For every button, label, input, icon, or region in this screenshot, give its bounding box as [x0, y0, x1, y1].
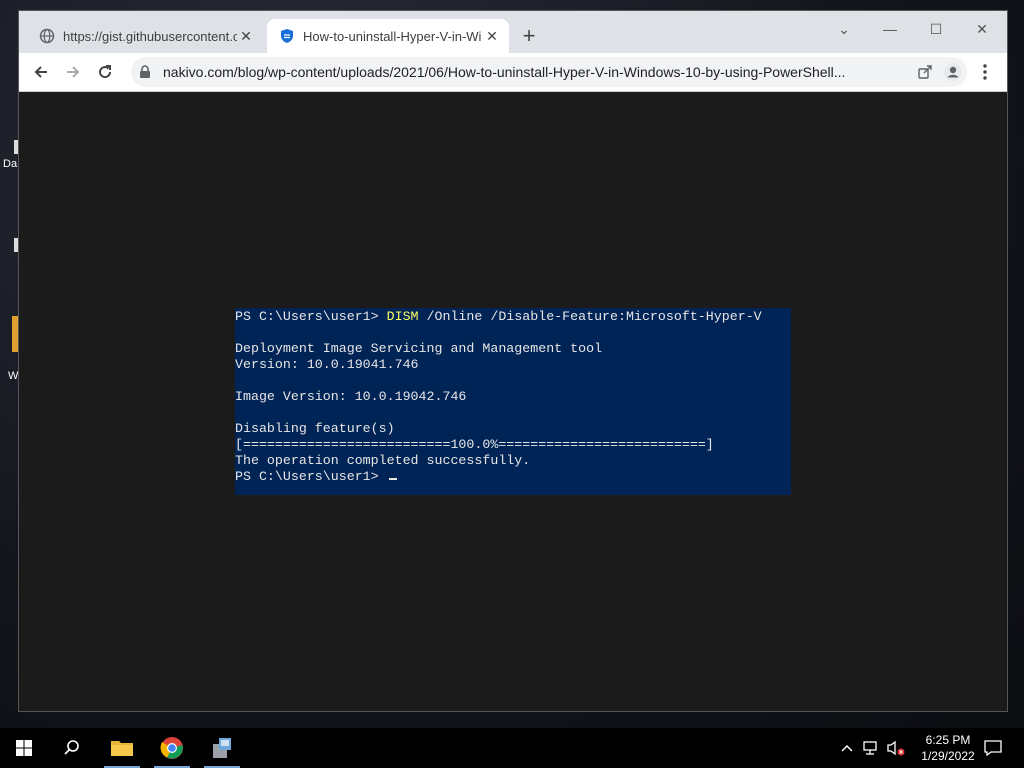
search-icon — [64, 740, 79, 755]
arrow-left-icon — [34, 66, 47, 78]
installer-icon — [213, 738, 231, 758]
console-line: [==========================100.0%=======… — [235, 437, 714, 452]
browser-window: https://gist.githubusercontent.com ✕ How… — [18, 10, 1008, 712]
volume-tray-button[interactable] — [884, 728, 908, 768]
console-prompt: PS C:\Users\user1> — [235, 309, 387, 324]
console-prompt: PS C:\Users\user1> — [235, 469, 387, 484]
clock-date: 1/29/2022 — [921, 749, 975, 763]
volume-muted-icon — [887, 740, 905, 756]
desktop-icon[interactable] — [0, 238, 20, 252]
menu-button[interactable] — [971, 58, 999, 86]
console-cursor — [388, 478, 397, 480]
minimize-button[interactable]: — — [867, 15, 913, 43]
console-line: PS C:\Users\user1> — [235, 469, 791, 485]
console-line: PS C:\Users\user1> DISM /Online /Disable… — [235, 309, 791, 325]
reload-icon — [99, 65, 112, 79]
url-text[interactable]: nakivo.com/blog/wp-content/uploads/2021/… — [163, 64, 911, 80]
profile-button[interactable] — [939, 58, 967, 86]
console-line: Version: 10.0.19041.746 — [235, 357, 419, 372]
network-icon — [863, 741, 877, 755]
chrome-icon — [160, 737, 183, 759]
browser-toolbar: nakivo.com/blog/wp-content/uploads/2021/… — [19, 53, 1007, 92]
tab-title: https://gist.githubusercontent.com — [63, 28, 237, 44]
start-button[interactable] — [0, 728, 48, 768]
console-line: Image Version: 10.0.19042.746 — [235, 389, 467, 404]
action-center-button[interactable] — [978, 728, 1008, 768]
desktop-icon-label: Da — [3, 158, 18, 170]
back-button[interactable] — [27, 58, 55, 86]
chrome-button[interactable] — [148, 728, 196, 768]
notification-icon — [984, 740, 1002, 756]
tab-gist[interactable]: https://gist.githubusercontent.com ✕ — [27, 19, 263, 53]
new-tab-button[interactable]: + — [517, 25, 541, 49]
clock[interactable]: 6:25 PM 1/29/2022 — [918, 732, 978, 764]
tab-close-button[interactable]: ✕ — [237, 28, 255, 45]
globe-icon — [39, 28, 55, 44]
page-viewport: PS C:\Users\user1> DISM /Online /Disable… — [19, 92, 1007, 711]
tab-strip: https://gist.githubusercontent.com ✕ How… — [19, 11, 1007, 53]
tab-title: How-to-uninstall-Hyper-V-in-Wi — [303, 28, 482, 44]
forward-button[interactable] — [59, 58, 87, 86]
installer-button[interactable] — [198, 728, 246, 768]
windows-logo-icon — [16, 740, 32, 756]
maximize-button[interactable]: ☐ — [913, 15, 959, 43]
tab-close-button[interactable]: ✕ — [483, 28, 501, 45]
close-window-button[interactable]: ✕ — [959, 15, 1005, 43]
share-icon[interactable] — [911, 64, 939, 80]
console-arguments: /Online /Disable-Feature:Microsoft-Hyper… — [418, 309, 762, 324]
powershell-screenshot: PS C:\Users\user1> DISM /Online /Disable… — [235, 308, 791, 495]
network-tray-button[interactable] — [860, 728, 882, 768]
desktop-icon[interactable]: Da — [0, 140, 20, 170]
file-explorer-icon — [111, 741, 133, 756]
address-bar[interactable]: nakivo.com/blog/wp-content/uploads/2021/… — [131, 57, 967, 87]
kebab-menu-icon — [983, 64, 987, 80]
arrow-right-icon — [67, 66, 80, 78]
lock-icon[interactable] — [139, 65, 155, 79]
console-line: Disabling feature(s) — [235, 421, 395, 436]
tab-search-button[interactable]: ⌄ — [821, 15, 867, 43]
chevron-up-icon — [841, 744, 853, 752]
desktop-icon-label: W — [8, 370, 19, 382]
desktop-icon[interactable]: W — [0, 316, 20, 382]
search-button[interactable] — [48, 728, 96, 768]
console-command: DISM — [386, 309, 419, 324]
reload-button[interactable] — [91, 58, 119, 86]
clock-time: 6:25 PM — [925, 733, 971, 747]
profile-avatar-icon — [944, 63, 962, 81]
taskbar: 6:25 PM 1/29/2022 — [0, 728, 1024, 768]
console-line: Deployment Image Servicing and Managemen… — [235, 341, 603, 356]
file-explorer-button[interactable] — [98, 728, 146, 768]
console-line: The operation completed successfully. — [235, 453, 531, 468]
shield-icon — [279, 28, 295, 44]
tab-hyperv[interactable]: How-to-uninstall-Hyper-V-in-Wi ✕ — [267, 19, 509, 53]
show-hidden-icons-button[interactable] — [838, 728, 856, 768]
